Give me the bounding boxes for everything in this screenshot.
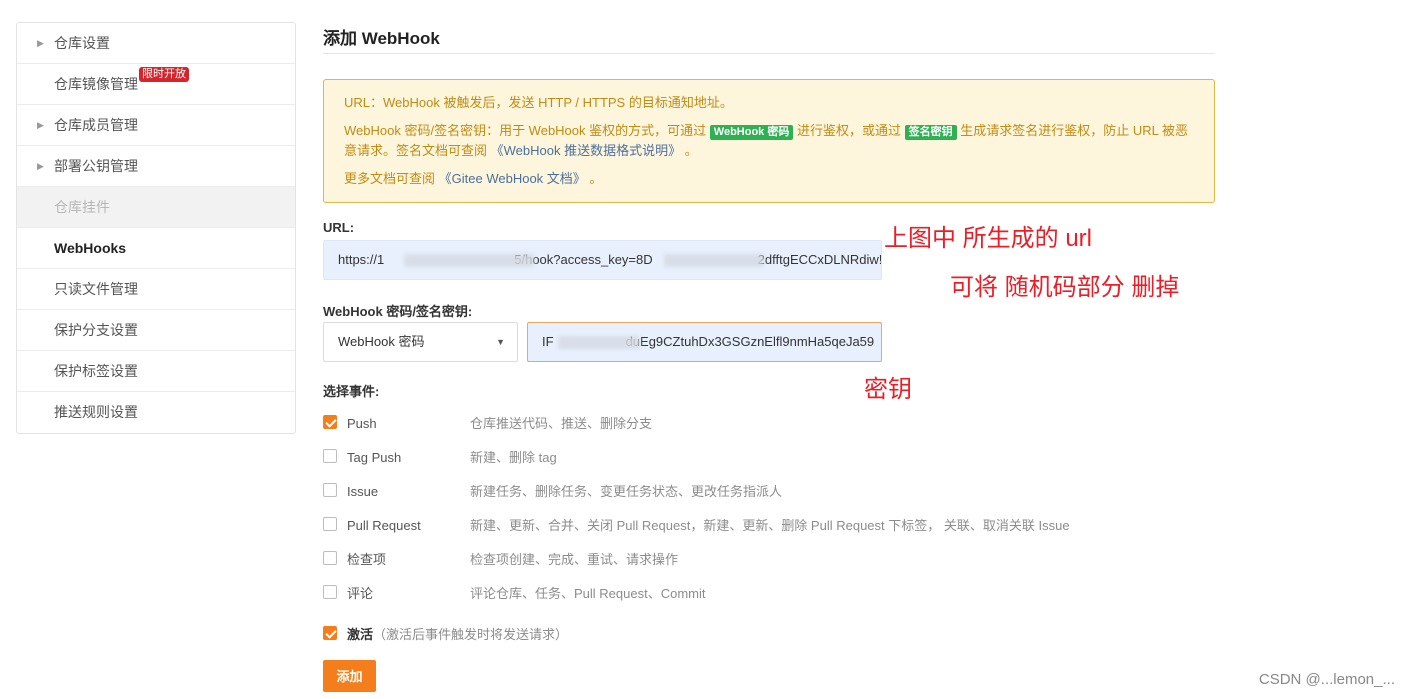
notice-text: 进行鉴权，或通过	[796, 123, 901, 138]
limited-badge: 限时开放	[139, 67, 189, 82]
key-annotation: 密钥	[864, 376, 912, 403]
page-title: 添加 WebHook	[323, 29, 440, 48]
sidebar-item-deploy-keys[interactable]: ▶ 部署公钥管理	[17, 146, 295, 187]
event-desc: 新建任务、删除任务、变更任务状态、更改任务指派人	[470, 484, 783, 499]
sidebar-item-label: 部署公钥管理	[54, 158, 138, 174]
url-annotation: 上图中 所生成的 url	[884, 225, 1093, 252]
checkbox-checked[interactable]	[323, 626, 337, 640]
sidebar-item-label: 仓库镜像管理	[54, 76, 138, 92]
event-desc: 新建、更新、合并、关闭 Pull Request，新建、更新、删除 Pull R…	[470, 518, 1070, 533]
url-value-part: 2dfftgECCxDLNRdiw!	[757, 252, 882, 267]
url-value-part: 5/hook?access_key=8D	[514, 252, 653, 267]
notice-text: 。	[684, 143, 698, 158]
activate-hint: （激活后事件触发时将发送请求）	[373, 627, 569, 642]
event-name: Issue	[347, 484, 379, 499]
redaction-blur	[404, 254, 534, 267]
notice-text: WebHook 密码/签名密钥：用于 WebHook 鉴权的方式，可通过	[344, 123, 707, 138]
password-tag: WebHook 密码	[709, 125, 794, 140]
sidebar-item-label: 推送规则设置	[54, 404, 138, 420]
checkbox[interactable]	[323, 449, 337, 463]
event-desc: 仓库推送代码、推送、删除分支	[470, 416, 653, 431]
watermark: CSDN @...lemon_...	[1258, 671, 1395, 688]
sidebar-item-label: WebHooks	[54, 240, 127, 256]
title-divider	[323, 53, 1215, 54]
event-name: 检查项	[347, 552, 387, 567]
secret-input[interactable]: IF duEg9CZtuhDx3GSGznElfl9nmHa5qeJa59	[527, 322, 882, 362]
random-code-annotation: 可将 随机码部分 删掉	[950, 274, 1180, 301]
sidebar-item-mirror[interactable]: 仓库镜像管理 限时开放	[17, 64, 295, 105]
activate-label: 激活	[347, 627, 374, 642]
sidebar-item-label: 保护分支设置	[54, 322, 138, 338]
sidebar-item-label: 仓库设置	[54, 35, 110, 51]
push-format-doc-link[interactable]: 《WebHook 推送数据格式说明》	[491, 143, 681, 158]
caret-down-icon: ▼	[496, 337, 505, 347]
sidebar-item-label: 仓库挂件	[54, 199, 110, 215]
chevron-right-icon: ▶	[37, 38, 44, 48]
notice-auth-text: WebHook 密码/签名密钥：用于 WebHook 鉴权的方式，可通过 Web…	[344, 121, 1194, 161]
notice-more-docs: 更多文档可查阅 《Gitee WebHook 文档》 。	[344, 169, 1194, 189]
sidebar-item-repo-settings[interactable]: ▶ 仓库设置	[17, 23, 295, 64]
notice-text: 。	[589, 171, 603, 186]
auth-type-value: WebHook 密码	[338, 334, 425, 349]
chevron-right-icon: ▶	[37, 161, 44, 171]
events-label: 选择事件:	[323, 384, 380, 399]
auth-label: WebHook 密码/签名密钥:	[323, 304, 473, 319]
event-desc: 检查项创建、完成、重试、请求操作	[470, 552, 679, 567]
sidebar-item-webhooks[interactable]: WebHooks	[17, 228, 295, 269]
event-desc: 评论仓库、任务、Pull Request、Commit	[470, 586, 706, 601]
event-name: 评论	[347, 586, 374, 601]
url-input[interactable]: https://1 5/hook?access_key=8D 2dfftgECCxD…	[323, 240, 882, 280]
sign-key-tag: 签名密钥	[904, 125, 957, 140]
notice-url-text: URL：WebHook 被触发后，发送 HTTP / HTTPS 的目标通知地址…	[344, 95, 733, 110]
sidebar-item-members[interactable]: ▶ 仓库成员管理	[17, 105, 295, 146]
checkbox[interactable]	[323, 517, 337, 531]
redaction-blur	[664, 254, 764, 267]
notice-text: 更多文档可查阅	[344, 171, 436, 186]
sidebar-item-label: 仓库成员管理	[54, 117, 138, 133]
event-name: Tag Push	[347, 450, 402, 465]
auth-type-select[interactable]: WebHook 密码 ▼	[323, 322, 518, 362]
event-name: Pull Request	[347, 518, 421, 533]
checkbox[interactable]	[323, 585, 337, 599]
sidebar-item-label: 只读文件管理	[54, 281, 138, 297]
sidebar-item-widgets: 仓库挂件	[17, 187, 295, 228]
settings-sidebar: ▶ 仓库设置 仓库镜像管理 限时开放 ▶ 仓库成员管理 ▶ 部署公钥管理 仓库挂…	[16, 22, 296, 434]
event-name: Push	[347, 416, 377, 431]
url-value-part: https://1	[338, 252, 385, 267]
add-button[interactable]: 添加	[323, 660, 376, 692]
sidebar-item-push-rules[interactable]: 推送规则设置	[17, 392, 295, 433]
event-desc: 新建、删除 tag	[470, 450, 557, 465]
info-notice: URL：WebHook 被触发后，发送 HTTP / HTTPS 的目标通知地址…	[323, 79, 1215, 203]
gitee-webhook-doc-link[interactable]: 《Gitee WebHook 文档》	[439, 171, 586, 186]
sidebar-item-protected-tags[interactable]: 保护标签设置	[17, 351, 295, 392]
chevron-right-icon: ▶	[37, 120, 44, 130]
sidebar-item-readonly-files[interactable]: 只读文件管理	[17, 269, 295, 310]
sidebar-item-label: 保护标签设置	[54, 363, 138, 379]
checkbox[interactable]	[323, 483, 337, 497]
secret-value-part: IF	[542, 334, 554, 349]
redaction-blur	[558, 336, 640, 349]
url-label: URL:	[323, 220, 355, 235]
sidebar-item-protected-branches[interactable]: 保护分支设置	[17, 310, 295, 351]
checkbox-checked[interactable]	[323, 415, 337, 429]
checkbox[interactable]	[323, 551, 337, 565]
secret-value-part: duEg9CZtuhDx3GSGznElfl9nmHa5qeJa59	[625, 334, 875, 349]
